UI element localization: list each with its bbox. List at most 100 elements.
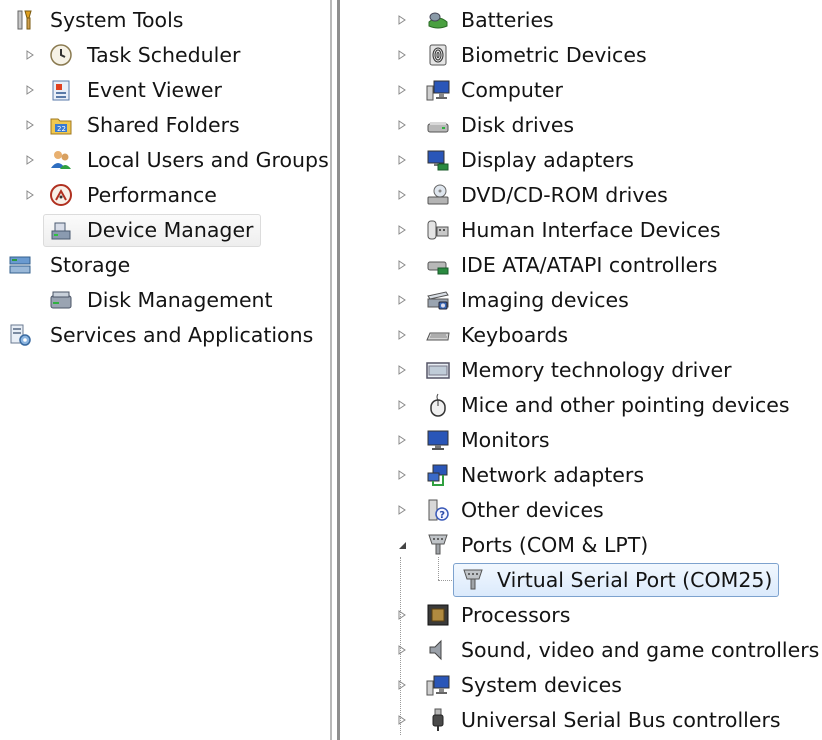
device-category-label: Memory technology driver [461, 358, 732, 382]
splitter-line [330, 0, 332, 740]
expand-arrow-icon[interactable] [396, 224, 408, 236]
expand-arrow-icon[interactable] [24, 119, 36, 131]
hid-icon [426, 218, 450, 242]
device-category-label: Display adapters [461, 148, 634, 172]
system-tools-icon [12, 8, 36, 32]
device-label: Virtual Serial Port (COM25) [497, 568, 773, 592]
device-category-usb-controllers[interactable]: Universal Serial Bus controllers [342, 705, 822, 735]
tree-label: Performance [87, 183, 217, 207]
usb-connector-icon [426, 708, 450, 732]
collapse-arrow-icon[interactable] [396, 539, 408, 551]
services-icon [8, 323, 32, 347]
tree-node-shared-folders[interactable]: 22 Shared Folders [0, 110, 328, 140]
device-category-other-devices[interactable]: ? Other devices [342, 495, 822, 525]
expand-arrow-icon[interactable] [396, 84, 408, 96]
tree-node-storage[interactable]: Storage [0, 250, 328, 280]
device-category-biometric-devices[interactable]: Biometric Devices [342, 40, 822, 70]
device-category-display-adapters[interactable]: Display adapters [342, 145, 822, 175]
tree-node-event-viewer[interactable]: Event Viewer [0, 75, 328, 105]
device-category-label: Monitors [461, 428, 550, 452]
computer-icon [426, 78, 450, 102]
tree-label: Services and Applications [50, 323, 314, 347]
keyboard-icon [426, 323, 450, 347]
device-category-monitors[interactable]: Monitors [342, 425, 822, 455]
device-category-label: Disk drives [461, 113, 575, 137]
device-category-memory-technology-driver[interactable]: Memory technology driver [342, 355, 822, 385]
device-category-label: Computer [461, 78, 563, 102]
device-category-ide-ata-atapi[interactable]: IDE ATA/ATAPI controllers [342, 250, 822, 280]
expand-arrow-icon[interactable] [396, 364, 408, 376]
tree-label: Disk Management [87, 288, 273, 312]
device-category-imaging-devices[interactable]: Imaging devices [342, 285, 822, 315]
expand-arrow-icon[interactable] [396, 679, 408, 691]
port-connector-icon [461, 568, 485, 592]
expand-arrow-icon[interactable] [24, 154, 36, 166]
pane-splitter[interactable] [328, 0, 342, 740]
tree-node-disk-management[interactable]: Disk Management [0, 285, 328, 315]
expand-arrow-icon[interactable] [24, 84, 36, 96]
device-category-computer[interactable]: Computer [342, 75, 822, 105]
console-tree: System Tools Task Scheduler Event Viewer… [0, 0, 329, 740]
device-category-human-interface-devices[interactable]: Human Interface Devices [342, 215, 822, 245]
expand-arrow-icon[interactable] [396, 119, 408, 131]
expand-arrow-icon[interactable] [396, 189, 408, 201]
expand-arrow-icon[interactable] [396, 399, 408, 411]
device-category-processors[interactable]: Processors [342, 600, 822, 630]
device-category-label: Keyboards [461, 323, 569, 347]
network-adapter-icon [426, 463, 450, 487]
expand-arrow-icon[interactable] [396, 14, 408, 26]
tree-label: Device Manager [87, 218, 254, 242]
device-category-keyboards[interactable]: Keyboards [342, 320, 822, 350]
expand-arrow-icon[interactable] [396, 329, 408, 341]
event-viewer-icon [49, 78, 73, 102]
tree-label: Task Scheduler [87, 43, 241, 67]
monitor-icon [426, 428, 450, 452]
device-category-sound-video-game[interactable]: Sound, video and game controllers [342, 635, 822, 665]
expand-arrow-icon[interactable] [396, 294, 408, 306]
device-category-mice[interactable]: Mice and other pointing devices [342, 390, 822, 420]
device-category-label: Universal Serial Bus controllers [461, 708, 781, 732]
device-category-label: System devices [461, 673, 622, 697]
expand-arrow-icon[interactable] [396, 714, 408, 726]
expand-arrow-icon[interactable] [396, 504, 408, 516]
users-icon [49, 148, 73, 172]
device-category-label: DVD/CD-ROM drives [461, 183, 668, 207]
expand-arrow-icon[interactable] [396, 644, 408, 656]
tree-label: Shared Folders [87, 113, 240, 137]
tree-label: Local Users and Groups [87, 148, 329, 172]
device-category-label: Network adapters [461, 463, 645, 487]
device-category-system-devices[interactable]: System devices [342, 670, 822, 700]
expand-arrow-icon[interactable] [396, 469, 408, 481]
expand-arrow-icon[interactable] [24, 189, 36, 201]
shared-folder-icon: 22 [49, 113, 73, 137]
expand-arrow-icon[interactable] [396, 259, 408, 271]
fingerprint-icon [426, 43, 450, 67]
device-category-label: IDE ATA/ATAPI controllers [461, 253, 718, 277]
device-virtual-serial-port[interactable]: Virtual Serial Port (COM25) [342, 565, 822, 595]
expand-arrow-icon[interactable] [396, 154, 408, 166]
tree-node-system-tools[interactable]: System Tools [0, 5, 328, 35]
optical-drive-icon [426, 183, 450, 207]
device-category-dvd-cd-rom-drives[interactable]: DVD/CD-ROM drives [342, 180, 822, 210]
expand-arrow-icon[interactable] [24, 49, 36, 61]
expand-arrow-icon[interactable] [396, 609, 408, 621]
device-category-disk-drives[interactable]: Disk drives [342, 110, 822, 140]
expand-arrow-icon[interactable] [396, 49, 408, 61]
unknown-device-icon: ? [426, 498, 450, 522]
speaker-icon [426, 638, 450, 662]
tree-node-task-scheduler[interactable]: Task Scheduler [0, 40, 328, 70]
performance-icon [49, 183, 73, 207]
device-category-ports[interactable]: Ports (COM & LPT) [342, 530, 822, 560]
splitter-line [337, 0, 340, 740]
tree-node-local-users-groups[interactable]: Local Users and Groups [0, 145, 329, 175]
storage-icon [8, 253, 32, 277]
tree-node-services-applications[interactable]: Services and Applications [0, 320, 328, 350]
device-category-batteries[interactable]: Batteries [342, 5, 822, 35]
tree-label: System Tools [50, 8, 184, 32]
tree-node-performance[interactable]: Performance [0, 180, 328, 210]
tree-node-device-manager[interactable]: Device Manager [0, 215, 328, 245]
expand-arrow-icon[interactable] [396, 434, 408, 446]
device-category-label: Batteries [461, 8, 554, 32]
device-category-network-adapters[interactable]: Network adapters [342, 460, 822, 490]
memory-icon [426, 358, 450, 382]
